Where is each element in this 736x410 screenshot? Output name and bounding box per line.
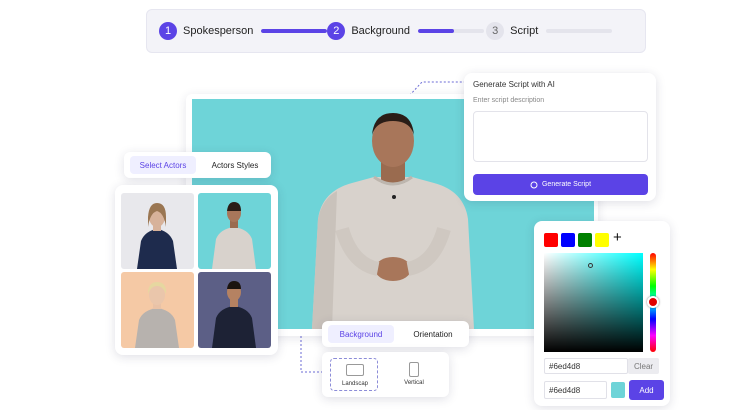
generate-script-label: Generate Script [541,181,592,188]
actor-thumbnail[interactable] [198,193,271,269]
color-cursor[interactable] [588,263,593,268]
orientation-vertical[interactable]: Vertical [390,358,438,391]
swatch-red[interactable] [544,233,558,247]
tab-select-actors[interactable]: Select Actors [130,156,196,174]
tab-actors-styles[interactable]: Actors Styles [202,156,268,174]
add-swatch-button[interactable]: + [613,229,622,246]
vertical-icon [409,362,419,377]
color-picker: + #6ed4d8 Clear #6ed4d8 Add [534,221,670,406]
script-panel-title: Generate Script with AI [473,80,555,89]
hex-input-secondary[interactable]: #6ed4d8 [544,381,607,399]
actor-thumbnail[interactable] [121,193,194,269]
orientation-landscape[interactable]: Landscap [330,358,378,391]
vertical-label: Vertical [404,380,424,386]
script-panel: Generate Script with AI Enter script des… [464,73,656,201]
color-preview [611,382,625,398]
clear-button[interactable]: Clear [628,358,659,374]
tab-orientation[interactable]: Orientation [400,325,466,343]
script-description-input[interactable] [473,111,648,162]
actor-thumbnail[interactable] [198,272,271,348]
swatch-blue[interactable] [561,233,575,247]
swatch-yellow[interactable] [595,233,609,247]
color-gradient-area[interactable] [544,253,643,352]
actor-thumbnail[interactable] [121,272,194,348]
hue-slider-handle[interactable] [647,296,659,308]
orientation-options: Landscap Vertical [322,352,449,397]
landscape-label: Landscap [341,381,369,387]
hue-slider[interactable] [647,253,659,352]
hex-input[interactable]: #6ed4d8 [544,358,628,374]
generate-script-button[interactable]: Generate Script [473,174,648,195]
tab-background[interactable]: Background [328,325,394,343]
sparkle-icon [530,181,538,188]
background-tabs: Background Orientation [322,321,469,347]
landscape-icon [346,364,364,376]
add-color-button[interactable]: Add [629,380,664,400]
swatch-green[interactable] [578,233,592,247]
actor-tabs: Select Actors Actors Styles [124,152,271,178]
script-description-label: Enter script description [473,97,545,104]
actors-grid [115,185,278,355]
